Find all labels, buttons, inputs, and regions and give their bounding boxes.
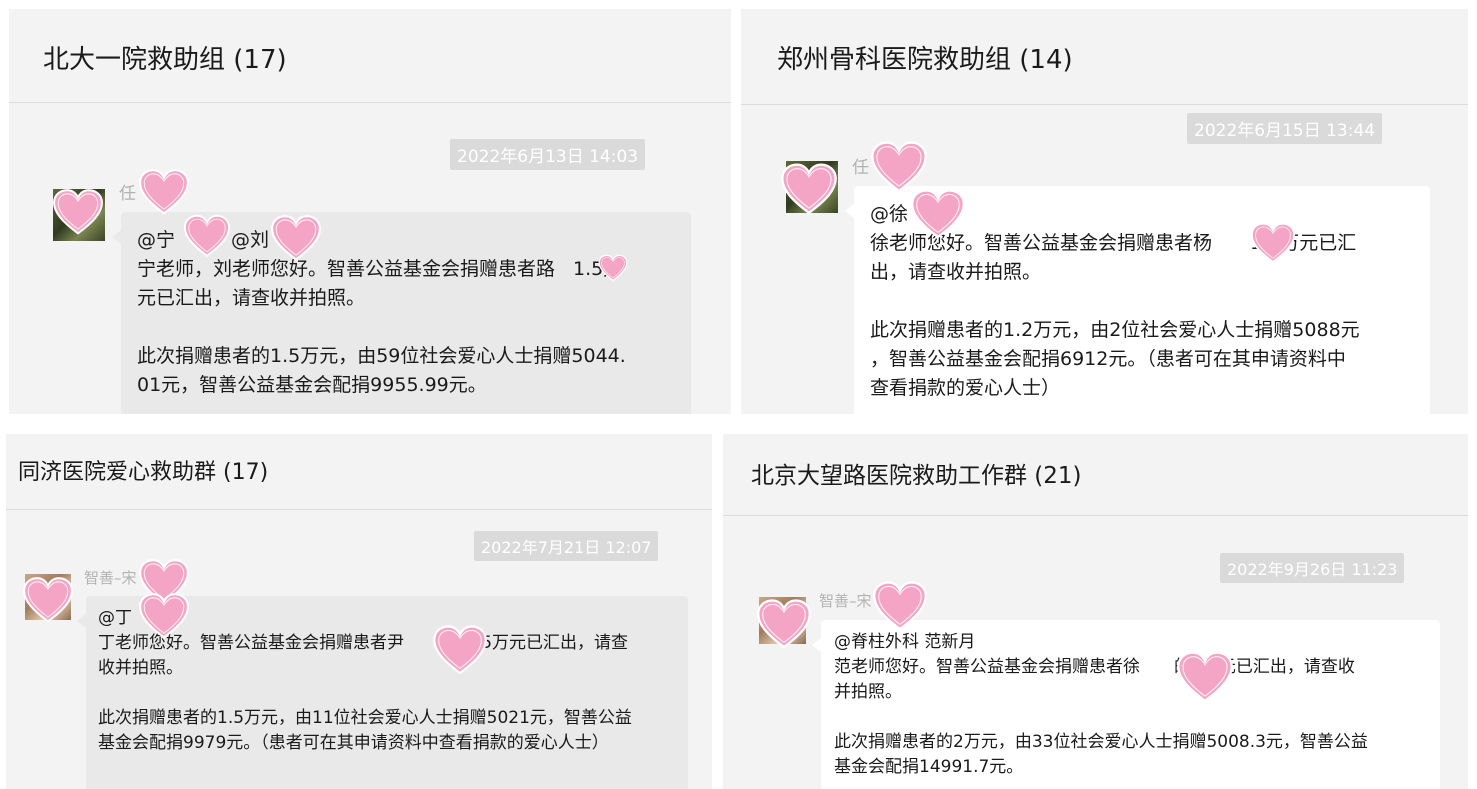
sender-name: 任: [119, 184, 136, 204]
avatar[interactable]: [786, 161, 838, 213]
avatar[interactable]: [759, 597, 806, 644]
message-line: 元已汇出，请查收并拍照。: [137, 287, 366, 309]
sender-name: 智善–宋: [819, 592, 872, 610]
chat-header: 北京大望路医院救助工作群 (21): [723, 434, 1468, 516]
chat-title: 北京大望路医院救助工作群 (21): [751, 463, 1082, 489]
message-bubble[interactable]: @脊柱外科 范新月 范老师您好。智善公益基金会捐赠患者徐 的2万元已汇出，请查收 …: [812, 620, 1440, 789]
message-line: 并拍照。: [834, 682, 902, 702]
message-timestamp: 2022年7月21日 12:07: [474, 531, 659, 561]
message-line: 此次捐赠患者的1.5万元，由11位社会爱心人士捐赠5021元，智善公益: [98, 708, 632, 728]
chat-header: 同济医院爱心救助群 (17): [6, 434, 712, 510]
chat-header: 郑州骨科医院救助组 (14): [741, 9, 1468, 105]
avatar[interactable]: [25, 574, 71, 620]
mention[interactable]: @宁: [137, 229, 175, 251]
sender-name: 任: [852, 158, 869, 178]
mention-line[interactable]: @脊柱外科 范新月: [834, 630, 1427, 655]
message-timestamp: 2022年9月26日 11:23: [1220, 553, 1405, 583]
message-line: 01元，智善公益基金会配捐9955.99元。: [137, 374, 487, 396]
mention[interactable]: @刘: [231, 229, 269, 251]
chat-title: 同济医院爱心救助群 (17): [18, 460, 269, 485]
message-line: ，智善公益基金会配捐6912元。（患者可在其申请资料中: [870, 348, 1346, 370]
message-line: 徐老师您好。智善公益基金会捐赠患者杨 1.2万元已汇: [870, 232, 1357, 254]
message-line: 宁老师，刘老师您好。智善公益基金会捐赠患者路 1.5万: [137, 258, 623, 280]
message-bubble[interactable]: @丁 丁老师您好。智善公益基金会捐赠患者尹 的1.5万元已汇出，请查 收并拍照。 …: [77, 596, 688, 789]
message-line: 此次捐赠患者的1.2万元，由2位社会爱心人士捐赠5088元: [870, 319, 1360, 341]
chat-header: 北大一院救助组 (17): [9, 9, 731, 103]
message-line: 基金会配捐14991.7元。: [834, 757, 1024, 777]
message-line: 基金会配捐9979元。（患者可在其申请资料中查看捐款的爱心人士）: [98, 733, 609, 753]
chat-panel-3: 同济医院爱心救助群 (17) 2022年7月21日 12:07 智善–宋 @丁 …: [6, 434, 712, 789]
message-timestamp: 2022年6月15日 13:44: [1187, 113, 1383, 144]
message-line: 此次捐赠患者的2万元，由33位社会爱心人士捐赠5008.3元，智善公益: [834, 732, 1368, 752]
sender-name: 智善–宋: [84, 569, 137, 587]
chat-title: 北大一院救助组 (17): [43, 45, 287, 75]
chat-title: 郑州骨科医院救助组 (14): [777, 45, 1073, 75]
message-line: 出，请查收并拍照。: [870, 261, 1042, 283]
mention-line: @宁 @刘: [137, 226, 675, 255]
message-line: 查看捐款的爱心人士）: [870, 377, 1061, 399]
avatar[interactable]: [53, 189, 105, 241]
chat-panel-2: 郑州骨科医院救助组 (14) 2022年6月15日 13:44 任 @徐 徐老师…: [741, 9, 1468, 414]
message-bubble[interactable]: @徐 徐老师您好。智善公益基金会捐赠患者杨 1.2万元已汇 出，请查收并拍照。 此…: [845, 186, 1430, 414]
message-line: 范老师您好。智善公益基金会捐赠患者徐 的2万元已汇出，请查收: [834, 657, 1355, 677]
chat-panel-4: 北京大望路医院救助工作群 (21) 2022年9月26日 11:23 智善–宋 …: [723, 434, 1468, 789]
mention-line[interactable]: @丁: [98, 606, 676, 631]
message-line: 此次捐赠患者的1.5万元，由59位社会爱心人士捐赠5044.: [137, 345, 626, 367]
message-line: 丁老师您好。智善公益基金会捐赠患者尹 的1.5万元已汇出，请查: [98, 633, 629, 653]
mention-line[interactable]: @徐: [870, 200, 1414, 229]
message-line: 收并拍照。: [98, 658, 183, 678]
message-bubble[interactable]: @宁 @刘 宁老师，刘老师您好。智善公益基金会捐赠患者路 1.5万 元已汇出，请查收…: [112, 212, 691, 414]
chat-panel-1: 北大一院救助组 (17) 2022年6月13日 14:03 任 @宁 @刘 宁老师…: [9, 9, 731, 414]
message-timestamp: 2022年6月13日 14:03: [450, 139, 646, 170]
